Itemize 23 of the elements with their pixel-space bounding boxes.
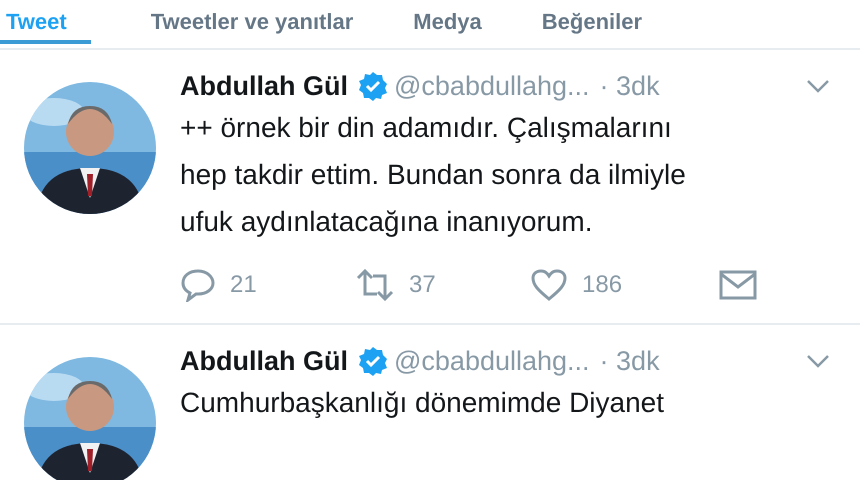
heart-icon[interactable] xyxy=(530,268,568,302)
user-handle: @cbabdullahg... xyxy=(394,70,590,102)
user-name: Abdullah Gül xyxy=(180,346,348,376)
retweet-icon[interactable] xyxy=(355,268,395,302)
tab[interactable]: Tweetler ve yanıtlar xyxy=(150,0,354,44)
tab[interactable]: Beğeniler xyxy=(542,0,642,44)
tweet-text-line: Cumhurbaşkanlığı dönemimde Diyanet xyxy=(180,386,666,420)
chevron-down-icon[interactable] xyxy=(806,79,830,93)
tab[interactable]: Medya xyxy=(413,0,482,44)
tweet-text-line: hep takdir ettim. Bundan sonra da ilmiyle xyxy=(180,158,687,192)
timestamp: · 3dk xyxy=(600,70,660,102)
tweet-text-line: ufuk aydınlatacağına inanıyorum. xyxy=(180,205,594,239)
timestamp: · 3dk xyxy=(600,346,660,376)
reply-icon[interactable] xyxy=(180,268,216,302)
tab[interactable]: Tweet xyxy=(0,0,91,44)
user-handle: @cbabdullahg... xyxy=(394,346,590,376)
tweet-text-line: ++ örnek bir din adamıdır. Çalışmalarını xyxy=(180,111,673,145)
retweet-count: 37 xyxy=(409,271,436,299)
reply-count: 21 xyxy=(230,271,257,299)
like-count: 186 xyxy=(582,271,622,299)
chevron-down-icon[interactable] xyxy=(806,354,830,368)
envelope-icon[interactable] xyxy=(718,269,758,301)
user-name: Abdullah Gül xyxy=(180,70,348,102)
